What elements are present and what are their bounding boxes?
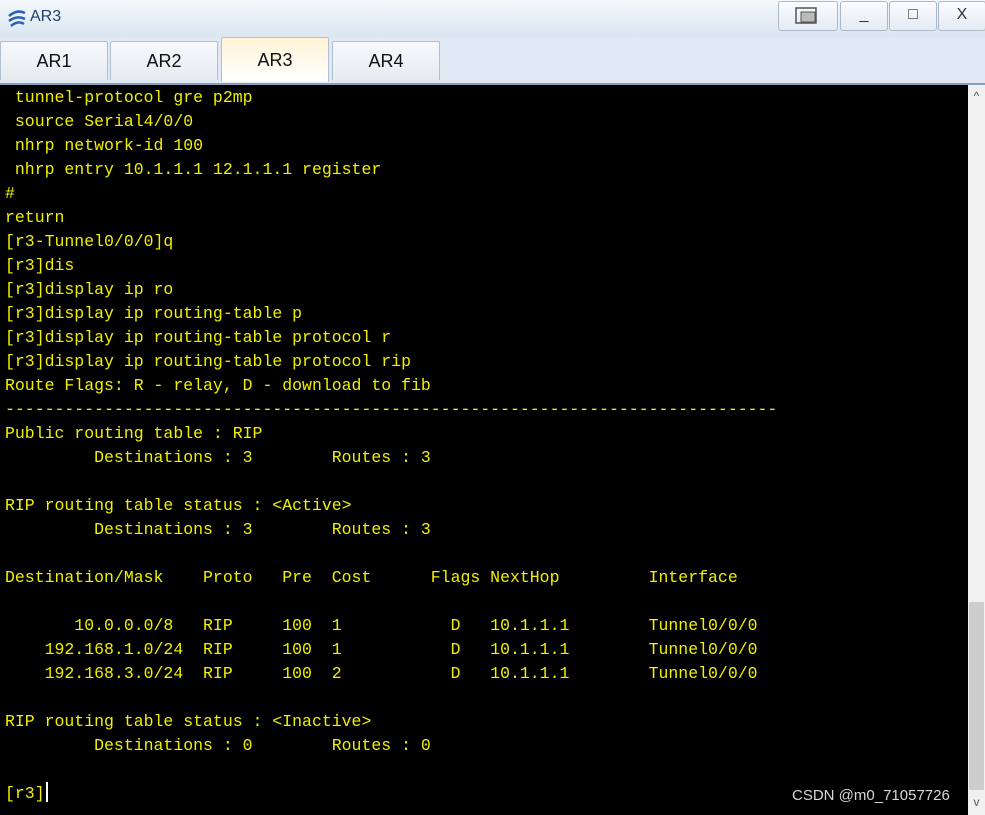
- terminal-line: nhrp network-id 100: [5, 136, 204, 155]
- terminal-line: source Serial4/0/0: [5, 112, 194, 131]
- tab-ar3[interactable]: AR3: [221, 37, 329, 82]
- tab-ar2[interactable]: AR2: [110, 41, 218, 80]
- terminal-output[interactable]: tunnel-protocol gre p2mp source Serial4/…: [0, 85, 968, 815]
- terminal-line: [r3]dis: [5, 256, 75, 275]
- tab-ar1[interactable]: AR1: [0, 41, 108, 80]
- terminal-line: return: [5, 208, 65, 227]
- terminal-line: Route Flags: R - relay, D - download to …: [5, 376, 431, 395]
- tab-ar4[interactable]: AR4: [332, 41, 440, 80]
- terminal-line: 192.168.1.0/24 RIP 100 1 D 10.1.1.1 Tunn…: [5, 640, 758, 659]
- terminal-line: tunnel-protocol gre p2mp: [5, 88, 253, 107]
- terminal-line: RIP routing table status : <Active>: [5, 496, 352, 515]
- prompt-line: [r3]: [5, 782, 48, 806]
- terminal-line: [r3-Tunnel0/0/0]q: [5, 232, 174, 251]
- text-cursor: [45, 782, 48, 802]
- terminal-line: 10.0.0.0/8 RIP 100 1 D 10.1.1.1 Tunnel0/…: [5, 616, 758, 635]
- minimize-icon: _: [859, 6, 869, 23]
- terminal-line: [r3]display ip routing-table protocol ri…: [5, 352, 411, 371]
- scroll-up-icon[interactable]: ^: [968, 89, 985, 103]
- tab-bar: AR1 AR2 AR3 AR4: [0, 37, 985, 85]
- close-button[interactable]: X: [938, 1, 985, 31]
- maximize-button[interactable]: □: [889, 1, 937, 31]
- scroll-thumb[interactable]: [969, 602, 984, 790]
- terminal-line: Public routing table : RIP: [5, 424, 263, 443]
- restore-icon: [795, 7, 817, 24]
- scroll-down-icon[interactable]: v: [968, 795, 985, 809]
- terminal-line: 192.168.3.0/24 RIP 100 2 D 10.1.1.1 Tunn…: [5, 664, 758, 683]
- app-icon: [8, 10, 26, 27]
- watermark: CSDN @m0_71057726: [792, 787, 950, 804]
- terminal-line: [r3]display ip ro: [5, 280, 174, 299]
- terminal-line: ----------------------------------------…: [5, 400, 778, 419]
- terminal-line: RIP routing table status : <Inactive>: [5, 712, 372, 731]
- restore-button[interactable]: [778, 1, 838, 31]
- close-icon: X: [956, 6, 968, 23]
- minimize-button[interactable]: _: [840, 1, 888, 31]
- terminal-line: Destination/Mask Proto Pre Cost Flags Ne…: [5, 568, 738, 587]
- terminal-line: [r3]display ip routing-table p: [5, 304, 303, 323]
- terminal-line: #: [5, 184, 15, 203]
- vertical-scrollbar[interactable]: ^ v: [968, 85, 985, 815]
- terminal-line: [r3]display ip routing-table protocol r: [5, 328, 392, 347]
- maximize-icon: □: [908, 6, 918, 23]
- terminal-line: Destinations : 3 Routes : 3: [5, 520, 431, 539]
- terminal-line: Destinations : 3 Routes : 3: [5, 448, 431, 467]
- terminal-line: nhrp entry 10.1.1.1 12.1.1.1 register: [5, 160, 382, 179]
- terminal-line: Destinations : 0 Routes : 0: [5, 736, 431, 755]
- title-bar: AR3 _ □ X: [0, 0, 985, 38]
- window-title: AR3: [30, 8, 62, 25]
